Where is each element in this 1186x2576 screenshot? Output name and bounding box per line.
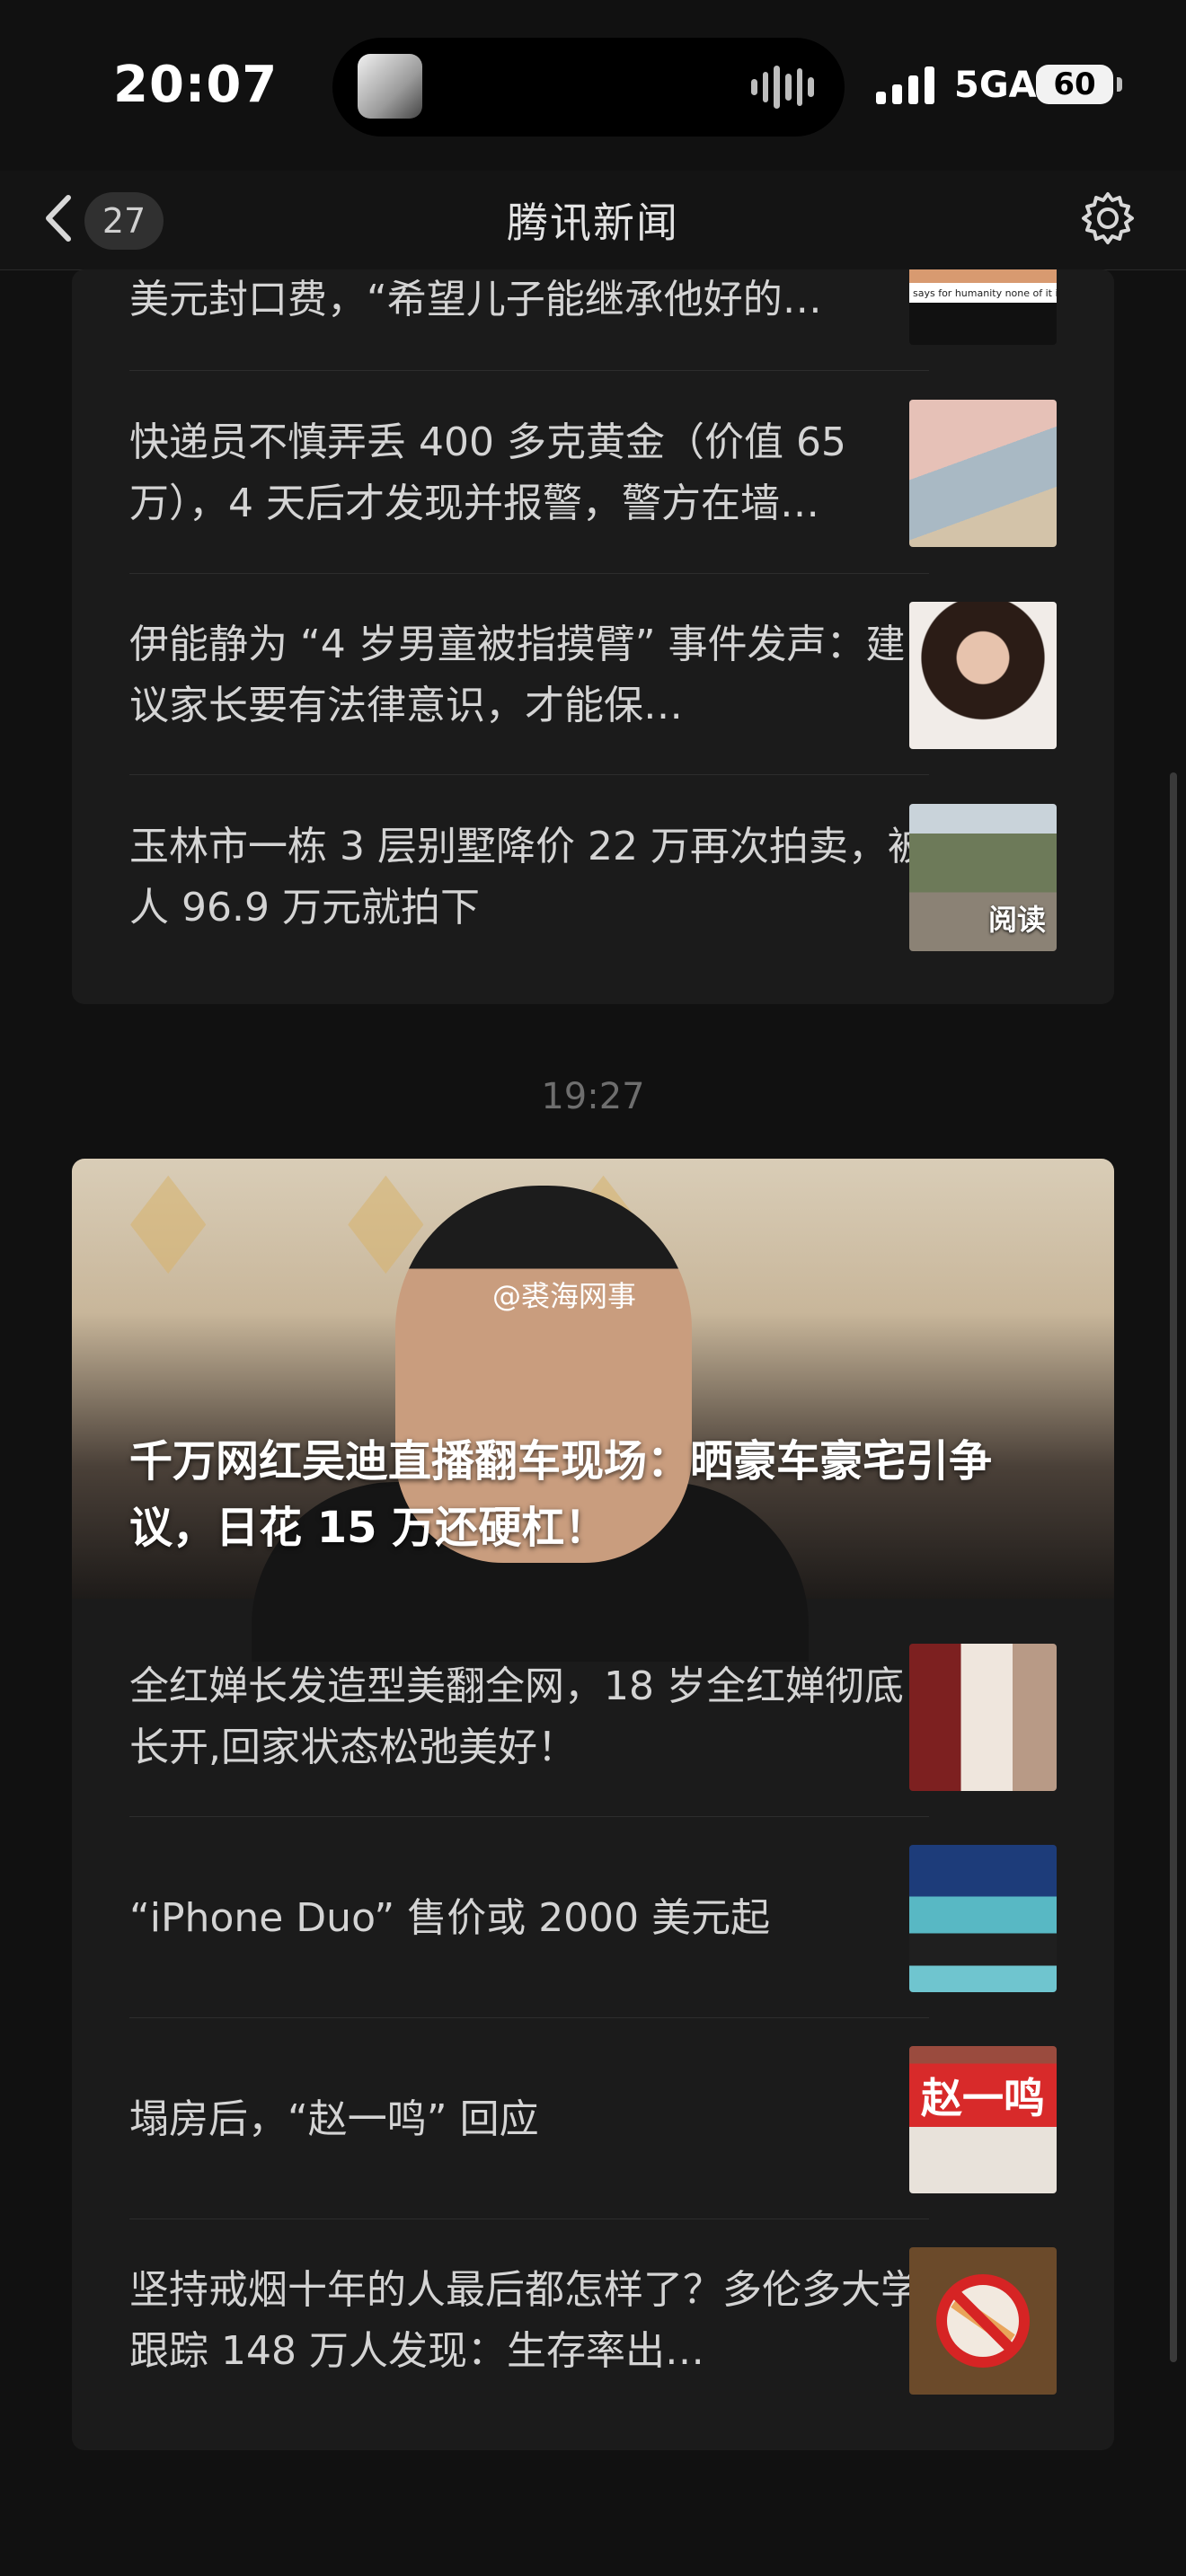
battery-icon: 60 [1036,65,1113,104]
news-title: 美元封口费，“希望儿子能继承他好的… [129,277,822,322]
thumbnail-sign-text: 赵一鸣 [921,2074,1045,2122]
news-title: 玉林市一栋 3 层别墅降价 22 万再次拍卖，被人 96.9 万元就拍下 [129,824,927,931]
timestamp: 19:27 [541,1076,645,1117]
news-title: 全红婵长发造型美翻全网，18 岁全红婵彻底长开,回家状态松弛美好！ [129,1663,904,1770]
news-card-1: 美元封口费，“希望儿子能继承他好的… says for humanity non… [72,269,1114,1004]
news-thumbnail [909,602,1057,749]
status-time: 20:07 [113,56,279,114]
news-item[interactable]: 坚持戒烟十年的人最后都怎样了？多伦多大学跟踪 148 万人发现：生存率出… [129,2247,1057,2400]
news-item[interactable]: 伊能静为 “4 岁男童被指摸臂” 事件发声：建议家长要有法律意识，才能保… [129,602,1057,754]
news-thumbnail [909,1644,1057,1791]
status-bar: 20:07 5GA 60 [0,0,1186,171]
now-playing-thumbnail [358,54,422,119]
cellular-signal-icon [876,65,934,104]
thumbnail-caption: says for humanity none of it is posit / … [913,287,1057,299]
scrollbar[interactable] [1170,772,1177,2362]
news-card-2: ♦ ♦ ♦ @裘海网事 千万网红吴迪直播翻车现场：晒豪车豪宅引争议，日花 15 … [72,1159,1114,2450]
read-overlay-label: 阅读 [987,903,1046,937]
news-item[interactable]: 全红婵长发造型美翻全网，18 岁全红婵彻底长开,回家状态松弛美好！ [129,1644,1057,1796]
news-thumbnail: says for humanity none of it is posit / … [909,269,1057,345]
news-thumbnail [909,400,1057,547]
news-item[interactable]: 塌房后，“赵一鸣” 回应 赵一鸣 [129,2046,1057,2199]
hero-title: 千万网红吴迪直播翻车现场：晒豪车豪宅引争议，日花 15 万还硬杠！ [129,1436,993,1553]
news-title: 坚持戒烟十年的人最后都怎样了？多伦多大学跟踪 148 万人发现：生存率出… [129,2267,920,2374]
news-thumbnail: 阅读 [909,804,1057,951]
news-thumbnail [909,2247,1057,2395]
divider [129,2017,929,2018]
news-title: “iPhone Duo” 售价或 2000 美元起 [129,1895,771,1941]
news-item[interactable]: 快递员不慎弄丢 400 多克黄金（价值 65 万），4 天后才发现并报警，警方在… [129,400,1057,552]
nav-bar: 27 腾讯新闻 [0,171,1186,270]
hero-image[interactable]: ♦ ♦ ♦ @裘海网事 千万网红吴迪直播翻车现场：晒豪车豪宅引争议，日花 15 … [72,1159,1114,1662]
news-thumbnail [909,1845,1057,1992]
divider [129,774,929,775]
audio-waveform-icon [751,65,815,110]
page-title: 腾讯新闻 [507,198,679,247]
hero-watermark: @裘海网事 [492,1279,637,1313]
divider [129,370,929,371]
news-title: 快递员不慎弄丢 400 多克黄金（价值 65 万），4 天后才发现并报警，警方在… [129,419,846,526]
battery-cap [1117,77,1122,92]
news-title: 伊能静为 “4 岁男童被指摸臂” 事件发声：建议家长要有法律意识，才能保… [129,622,906,728]
battery-level: 60 [1053,66,1096,102]
news-item[interactable]: “iPhone Duo” 售价或 2000 美元起 [129,1845,1057,1998]
divider [129,573,929,574]
gear-icon[interactable] [1078,189,1137,248]
network-type: 5GA [954,65,1037,106]
no-smoking-icon [936,2274,1030,2368]
news-title: 塌房后，“赵一鸣” 回应 [129,2096,539,2142]
news-item[interactable]: 玉林市一栋 3 层别墅降价 22 万再次拍卖，被人 96.9 万元就拍下 阅读 [129,804,1057,957]
news-item[interactable]: 美元封口费，“希望儿子能继承他好的… says for humanity non… [129,269,1057,368]
news-thumbnail: 赵一鸣 [909,2046,1057,2193]
divider [129,1816,929,1817]
dynamic-island[interactable] [332,38,845,137]
